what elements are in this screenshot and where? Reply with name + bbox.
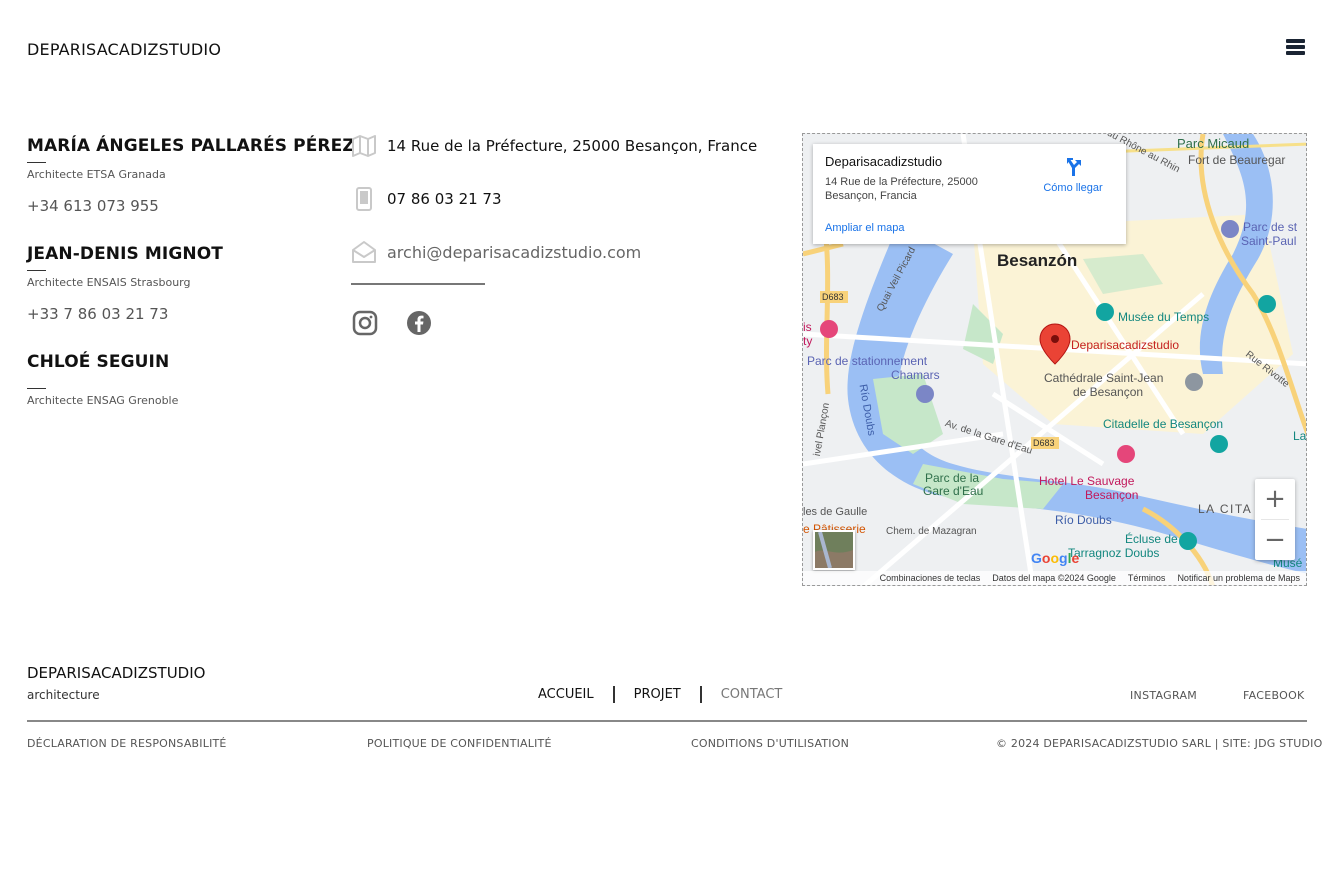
divider: [27, 270, 46, 271]
team-list: MARÍA ÁNGELES PALLARÉS PÉREZ Architecte …: [27, 136, 355, 429]
map-label: Río Doubs: [1055, 513, 1112, 527]
phone-row: 07 86 03 21 73: [351, 187, 781, 211]
person-phone[interactable]: +34 613 073 955: [27, 197, 327, 215]
zoom-out-button[interactable]: −: [1255, 520, 1295, 560]
place-address: 14 Rue de la Préfecture, 25000 Besançon,…: [825, 176, 978, 202]
map-label: Parc Micaud: [1177, 136, 1250, 151]
map-label: Écluse de: [1125, 532, 1178, 546]
person-name: MARÍA ÁNGELES PALLARÉS PÉREZ: [27, 136, 355, 156]
person-card: JEAN-DENIS MIGNOT Architecte ENSAIS Stra…: [27, 244, 327, 323]
map-embed[interactable]: Parc Micaud Fort de Beauregar Parc de st…: [802, 133, 1307, 586]
nav-accueil[interactable]: ACCUEIL: [538, 687, 594, 702]
person-card: CHLOÉ SEGUIN Architecte ENSAG Grenoble: [27, 352, 327, 407]
map-label: ty: [803, 334, 813, 348]
zoom-controls: + −: [1255, 479, 1295, 560]
footer-facebook-link[interactable]: FACEBOOK: [1243, 689, 1305, 702]
nav-contact[interactable]: CONTACT: [721, 687, 783, 702]
social-links: [351, 309, 781, 337]
map-label: Chem. de Mazagran: [886, 526, 977, 537]
privacy-link[interactable]: POLITIQUE DE CONFIDENTIALITÉ: [367, 737, 552, 750]
terms-of-use-link[interactable]: CONDITIONS D'UTILISATION: [691, 737, 849, 750]
email-row: archi@deparisacadizstudio.com: [351, 240, 781, 264]
map-label: Musée du Temps: [1118, 310, 1210, 324]
envelope-icon: [351, 240, 377, 264]
map-label: La: [1293, 429, 1307, 443]
facebook-icon[interactable]: [405, 309, 433, 337]
map-data-label: Datos del mapa ©2024 Google: [992, 573, 1116, 583]
divider: [27, 388, 46, 389]
report-problem-link[interactable]: Notificar un problema de Maps: [1177, 573, 1300, 583]
address-row: 14 Rue de la Préfecture, 25000 Besançon,…: [351, 134, 781, 158]
map-label: Fort de Beauregar: [1188, 153, 1286, 167]
map-label: LA CITA: [1198, 502, 1253, 516]
map-pin-label[interactable]: Deparisacadizstudio: [1071, 338, 1179, 352]
person-name: JEAN-DENIS MIGNOT: [27, 244, 223, 264]
footer-nav: ACCUEIL PROJET CONTACT: [538, 686, 782, 703]
person-name: CHLOÉ SEGUIN: [27, 352, 170, 372]
map-label: D683: [822, 292, 844, 302]
map-attribution: Combinaciones de teclas Datos del mapa ©…: [803, 571, 1306, 585]
map-label: Parc de la: [925, 471, 980, 485]
divider: [351, 283, 485, 285]
person-title: Architecte ENSAG Grenoble: [27, 394, 179, 407]
address-text: 14 Rue de la Préfecture, 25000 Besançon,…: [387, 137, 758, 155]
footer-divider: [27, 720, 1307, 722]
map-label: D683: [1033, 438, 1055, 448]
keyboard-shortcuts-link[interactable]: Combinaciones de teclas: [880, 573, 981, 583]
map-city-label: Besanzón: [997, 251, 1078, 270]
map-icon: [351, 134, 377, 158]
person-card: MARÍA ÁNGELES PALLARÉS PÉREZ Architecte …: [27, 136, 355, 215]
map-label: Citadelle de Besançon: [1103, 417, 1224, 431]
map-label: Parc de stationnement: [807, 354, 928, 368]
person-title: Architecte ENSAIS Strasbourg: [27, 276, 191, 289]
map-label: Cathédrale Saint-Jean: [1044, 371, 1164, 385]
map-label: Saint-Paul: [1241, 234, 1297, 248]
disclaimer-link[interactable]: DÉCLARATION DE RESPONSABILITÉ: [27, 737, 227, 750]
divider: [612, 686, 615, 703]
person-phone[interactable]: +33 7 86 03 21 73: [27, 305, 327, 323]
map-label: Chamars: [891, 368, 940, 382]
site-brand[interactable]: DEPARISACADIZSTUDIO: [27, 40, 221, 59]
footer-brand: DEPARISACADIZSTUDIO: [27, 664, 206, 682]
map-label: les de Gaulle: [803, 506, 868, 518]
satellite-toggle[interactable]: [813, 530, 855, 570]
zoom-in-button[interactable]: +: [1255, 479, 1295, 519]
map-label: Tarragnoz Doubs: [1068, 546, 1160, 560]
nav-projet[interactable]: PROJET: [634, 687, 681, 702]
hamburger-menu-icon[interactable]: [1286, 39, 1305, 57]
map-label: de Besançon: [1073, 385, 1144, 399]
instagram-icon[interactable]: [351, 309, 379, 337]
copyright-text: © 2024 DEPARISACADIZSTUDIO SARL | SITE: …: [996, 737, 1323, 750]
footer-instagram-link[interactable]: INSTAGRAM: [1130, 689, 1197, 702]
map-label: Hotel Le Sauvage: [1039, 474, 1135, 488]
terms-link[interactable]: Términos: [1128, 573, 1166, 583]
directions-icon: [1067, 158, 1081, 176]
directions-button[interactable]: Cómo llegar: [1038, 156, 1108, 194]
divider: [27, 162, 46, 163]
map-label: Besançon: [1085, 488, 1139, 502]
email-link[interactable]: archi@deparisacadizstudio.com: [387, 243, 641, 262]
phone-icon: [351, 187, 377, 211]
map-info-card: Deparisacadizstudio 14 Rue de la Préfect…: [813, 144, 1126, 244]
enlarge-map-link[interactable]: Ampliar el mapa: [825, 222, 904, 234]
map-label: is: [803, 320, 812, 334]
map-label: Parc de st: [1243, 220, 1298, 234]
map-label: Gare d'Eau: [923, 484, 984, 498]
divider: [699, 686, 702, 703]
directions-label: Cómo llegar: [1043, 182, 1103, 194]
footer-subtitle: architecture: [27, 688, 100, 702]
contact-info: 14 Rue de la Préfecture, 25000 Besançon,…: [351, 134, 781, 337]
phone-link[interactable]: 07 86 03 21 73: [387, 190, 502, 208]
google-logo: Google: [1031, 550, 1080, 566]
person-title: Architecte ETSA Granada: [27, 168, 166, 181]
